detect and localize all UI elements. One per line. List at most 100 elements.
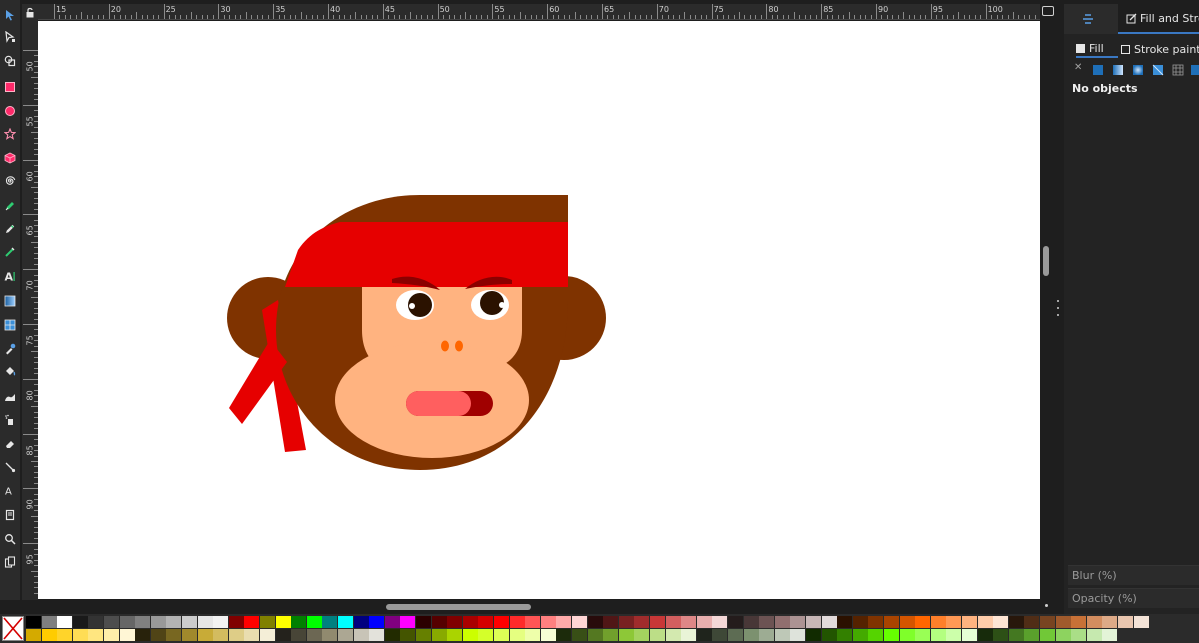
pages-tool-icon[interactable] [1, 553, 19, 571]
gradient-tool-icon[interactable] [1, 292, 19, 310]
color-swatch[interactable] [41, 616, 57, 628]
color-swatch[interactable] [104, 629, 119, 641]
color-swatch[interactable] [213, 616, 229, 628]
opacity-field[interactable]: Opacity (%) [1068, 588, 1199, 608]
color-swatch[interactable] [260, 629, 275, 641]
color-swatch[interactable] [1086, 629, 1102, 641]
color-swatch[interactable] [478, 616, 494, 628]
color-swatch[interactable] [447, 629, 463, 641]
color-swatch[interactable] [899, 629, 915, 641]
color-swatch[interactable] [603, 616, 619, 628]
spray-tool-icon[interactable] [1, 411, 19, 429]
color-swatch[interactable] [759, 616, 775, 628]
color-swatch[interactable] [447, 616, 463, 628]
blur-field[interactable]: Blur (%) [1068, 565, 1199, 585]
zoom-tool-icon[interactable] [1, 530, 19, 548]
color-swatch[interactable] [650, 629, 665, 641]
text-tool-icon[interactable]: A [1, 267, 19, 285]
color-swatch[interactable] [650, 616, 665, 628]
color-swatch[interactable] [837, 616, 853, 628]
color-swatch[interactable] [119, 629, 135, 641]
color-swatch[interactable] [681, 629, 697, 641]
color-swatch[interactable] [1008, 616, 1024, 628]
color-swatch[interactable] [182, 616, 197, 628]
color-swatch[interactable] [1024, 616, 1040, 628]
vertical-ruler[interactable]: 50 55 60 65 70 75 80 85 90 95 [22, 20, 38, 600]
color-swatch[interactable] [915, 616, 931, 628]
color-swatch[interactable] [1102, 616, 1118, 628]
color-swatch[interactable] [275, 629, 291, 641]
color-swatch[interactable] [197, 616, 213, 628]
color-swatch[interactable] [525, 629, 541, 641]
color-swatch[interactable] [509, 616, 525, 628]
color-swatch[interactable] [930, 629, 946, 641]
color-swatch[interactable] [806, 616, 821, 628]
color-swatch[interactable] [587, 616, 603, 628]
color-swatch[interactable] [556, 629, 572, 641]
no-paint-swatch[interactable] [2, 616, 24, 641]
color-swatch[interactable] [572, 629, 587, 641]
color-swatch[interactable] [431, 629, 447, 641]
color-swatch[interactable] [338, 616, 353, 628]
color-swatch[interactable] [135, 616, 151, 628]
3d-box-tool-icon[interactable] [1, 149, 19, 167]
color-swatch[interactable] [712, 629, 728, 641]
color-swatch[interactable] [1055, 616, 1071, 628]
color-swatch[interactable] [135, 629, 151, 641]
color-swatch[interactable] [104, 616, 119, 628]
color-swatch[interactable] [88, 616, 104, 628]
color-swatch[interactable] [884, 616, 899, 628]
color-swatch[interactable] [291, 629, 307, 641]
color-swatch[interactable] [26, 616, 41, 628]
color-swatch[interactable] [384, 629, 400, 641]
selector-tool-icon[interactable] [1, 6, 19, 24]
color-swatch[interactable] [618, 616, 634, 628]
calligraphy-tool-icon[interactable] [1, 243, 19, 261]
color-swatch[interactable] [587, 629, 603, 641]
color-swatch[interactable] [759, 629, 775, 641]
measure-tool-icon[interactable]: A [1, 481, 19, 499]
color-swatch[interactable] [540, 629, 556, 641]
color-swatch[interactable] [431, 616, 447, 628]
color-swatch[interactable] [462, 629, 478, 641]
color-swatch[interactable] [400, 629, 416, 641]
horizontal-scrollbar[interactable] [386, 604, 531, 610]
connector-tool-icon[interactable] [1, 458, 19, 476]
color-swatch[interactable] [728, 629, 743, 641]
color-swatch[interactable] [696, 629, 712, 641]
color-swatch[interactable] [400, 616, 416, 628]
color-swatch[interactable] [728, 616, 743, 628]
color-swatch[interactable] [369, 616, 385, 628]
color-swatch[interactable] [852, 616, 868, 628]
monkey-drawing[interactable] [38, 21, 1040, 599]
color-swatch[interactable] [1008, 629, 1024, 641]
linear-gradient-icon[interactable] [1112, 64, 1124, 76]
star-tool-icon[interactable] [1, 125, 19, 143]
color-swatch[interactable] [338, 629, 353, 641]
color-swatch[interactable] [275, 616, 291, 628]
color-swatch[interactable] [57, 629, 73, 641]
color-swatch[interactable] [1040, 629, 1055, 641]
color-swatch[interactable] [1133, 616, 1149, 628]
tweak-tool-icon[interactable] [1, 388, 19, 406]
color-swatch[interactable] [322, 616, 338, 628]
color-swatch[interactable] [634, 616, 650, 628]
color-swatch[interactable] [915, 629, 931, 641]
color-swatch[interactable] [416, 629, 431, 641]
color-swatch[interactable] [618, 629, 634, 641]
color-swatch[interactable] [930, 616, 946, 628]
color-swatch[interactable] [197, 629, 213, 641]
color-swatch[interactable] [993, 616, 1009, 628]
color-swatch[interactable] [306, 629, 322, 641]
color-swatch[interactable] [1024, 629, 1040, 641]
color-swatch[interactable] [665, 616, 681, 628]
color-swatch[interactable] [946, 616, 962, 628]
color-swatch[interactable] [244, 616, 260, 628]
color-swatch[interactable] [572, 616, 587, 628]
color-swatch[interactable] [462, 616, 478, 628]
no-paint-icon[interactable]: ✕ [1074, 62, 1086, 74]
color-swatch[interactable] [821, 629, 837, 641]
dropper-tool-icon[interactable] [1, 340, 19, 358]
color-swatch[interactable] [150, 629, 166, 641]
color-swatch[interactable] [1071, 629, 1087, 641]
